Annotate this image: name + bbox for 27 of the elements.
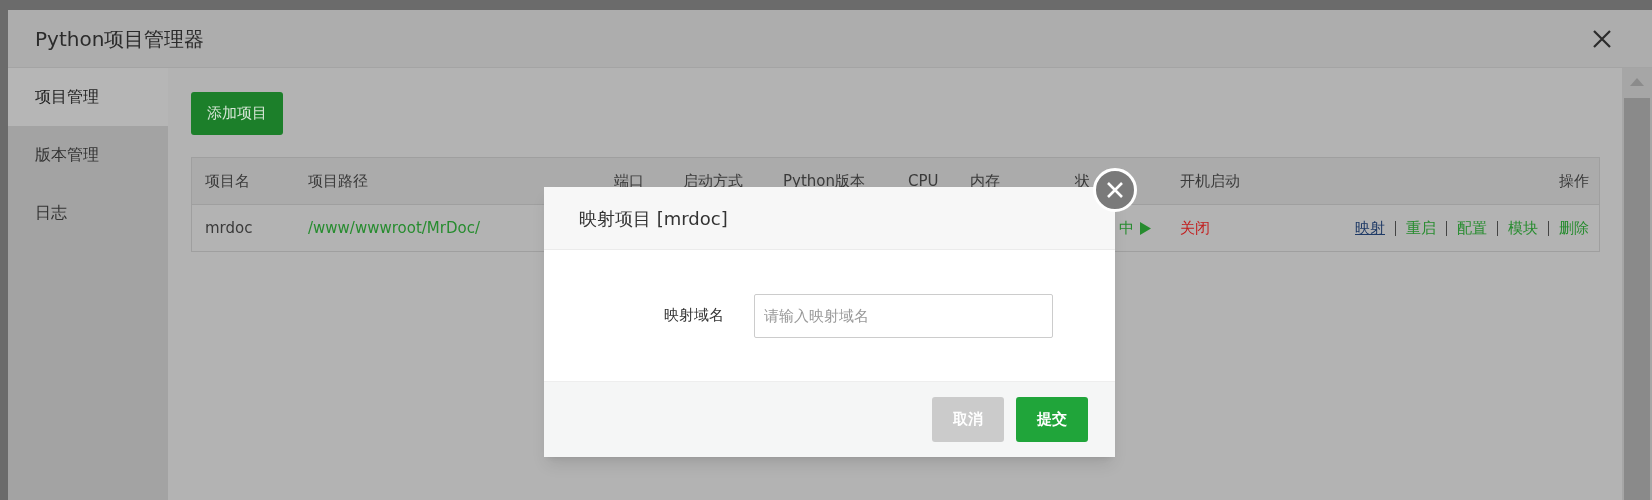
sidebar-item[interactable]: 项目管理 — [8, 68, 168, 126]
domain-input[interactable]: 请输入映射域名 — [754, 293, 1053, 338]
column-header: 项目路径 — [308, 171, 368, 190]
submit-button[interactable]: 提交 — [1016, 397, 1088, 442]
column-header: CPU — [908, 171, 939, 190]
column-header: Python版本 — [783, 171, 865, 190]
column-header: 操作 — [1559, 171, 1589, 190]
column-header: 项目名 — [205, 171, 250, 190]
modal-title: 映射项目 [mrdoc] — [579, 206, 728, 231]
status-text: 中 — [1119, 217, 1134, 239]
action-link[interactable]: 配置 — [1457, 216, 1487, 240]
scrollbar[interactable] — [1622, 68, 1652, 500]
column-header: 状 — [1075, 171, 1090, 190]
column-header: 开机启动 — [1180, 171, 1240, 190]
action-link[interactable]: 重启 — [1406, 216, 1436, 240]
action-link[interactable]: 删除 — [1559, 216, 1589, 240]
play-icon — [1140, 221, 1151, 235]
field-label: 映射域名 — [663, 305, 724, 327]
scroll-up-icon[interactable] — [1630, 78, 1644, 86]
scrollbar-thumb[interactable] — [1624, 98, 1650, 500]
close-icon[interactable] — [1592, 28, 1612, 49]
autostart-status: 关闭 — [1180, 217, 1210, 239]
add-project-button[interactable]: 添加项目 — [191, 92, 283, 135]
table-cell-text: mrdoc — [205, 217, 254, 239]
window-title: Python项目管理器 — [35, 25, 205, 53]
action-link[interactable]: 映射 — [1355, 216, 1385, 240]
action-link[interactable]: 模块 — [1508, 216, 1538, 240]
